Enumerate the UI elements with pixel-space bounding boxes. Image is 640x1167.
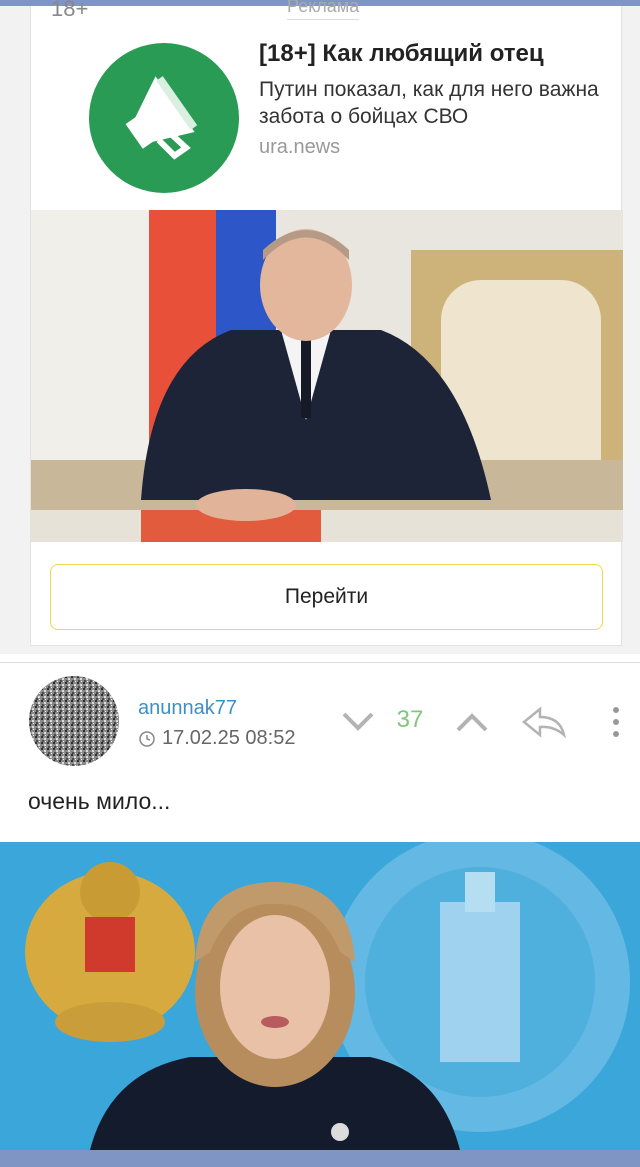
ad-photo-illustration <box>31 210 623 542</box>
comment-date-row: 17.02.25 08:52 <box>138 727 295 750</box>
ad-title[interactable]: [18+] Как любящий отец <box>259 40 544 68</box>
ad-description[interactable]: Путин показал, как для него важна забота… <box>259 76 599 130</box>
vote-up-button[interactable] <box>454 706 490 738</box>
chevron-up-icon <box>456 713 488 732</box>
comment-username[interactable]: anunnak77 <box>138 697 237 720</box>
avatar-image <box>29 676 119 766</box>
ad-logo[interactable] <box>89 43 239 193</box>
go-button[interactable]: Перейти <box>50 564 603 630</box>
comment-photo[interactable] <box>0 842 640 1150</box>
ad-photo[interactable] <box>31 210 623 542</box>
clock-icon <box>139 730 155 747</box>
more-vertical-icon <box>613 707 619 737</box>
megaphone-icon <box>125 76 198 160</box>
ad-block: 18+ Реклама [18+] Как любящий отец Путин… <box>0 0 640 654</box>
vote-down-button[interactable] <box>340 706 376 738</box>
ad-domain[interactable]: ura.news <box>259 136 340 159</box>
reply-icon <box>522 706 567 739</box>
comment-text: очень мило... <box>28 788 171 814</box>
comment-photo-illustration <box>0 842 640 1150</box>
bottom-bar <box>0 1150 640 1167</box>
more-options-button[interactable] <box>606 703 626 743</box>
comment-date: 17.02.25 08:52 <box>162 727 296 749</box>
ad-label: Реклама <box>287 0 360 20</box>
avatar[interactable] <box>29 676 119 766</box>
divider <box>0 662 640 663</box>
age-rating-label: 18+ <box>51 0 89 21</box>
rating-count: 37 <box>396 706 424 733</box>
reply-button[interactable] <box>520 703 568 741</box>
chevron-down-icon <box>342 712 374 731</box>
ad-card[interactable]: 18+ Реклама [18+] Как любящий отец Путин… <box>30 0 623 646</box>
